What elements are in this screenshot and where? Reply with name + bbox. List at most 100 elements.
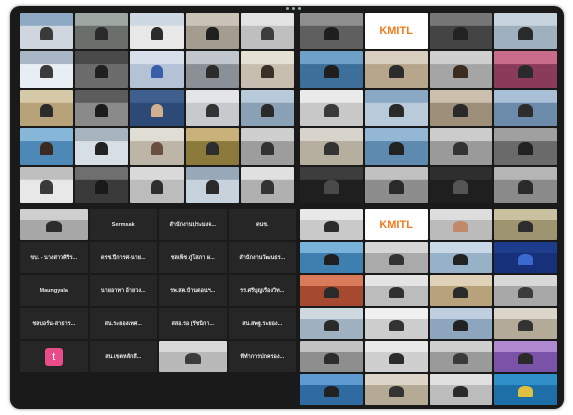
participant-video-feed	[323, 253, 339, 265]
window-handle-dots[interactable]	[286, 7, 301, 10]
participant-video-tile[interactable]	[20, 13, 74, 50]
participant-video-tile[interactable]	[240, 51, 294, 88]
participant-name: สน.สพฐ.ระยอง...	[242, 320, 283, 327]
participant-video-tile[interactable]	[75, 89, 129, 127]
gallery-panel-bottom-right: KMITL	[300, 209, 557, 405]
participant-video-tile[interactable]	[429, 51, 493, 88]
participant-video-tile[interactable]	[364, 242, 428, 273]
participant-name-tile[interactable]: ชลเพ็ช ภู่โสภา ผ...	[159, 242, 227, 273]
participant-video-tile[interactable]: KMITL	[364, 209, 428, 240]
participant-name-tile[interactable]: สำนักงานวัฒนธร...	[228, 242, 296, 273]
participant-video-tile[interactable]	[300, 166, 363, 203]
participant-video-tile[interactable]	[75, 13, 129, 50]
participant-video-feed	[261, 180, 274, 194]
participant-video-tile[interactable]	[185, 128, 239, 165]
participant-name-tile[interactable]: ขบ. - นางสาวศิริร...	[20, 242, 88, 273]
participant-video-tile[interactable]	[240, 166, 294, 203]
participant-video-tile[interactable]	[130, 51, 184, 88]
participant-name: รพ.สต.บ้านดอนฯ...	[170, 287, 216, 294]
participant-video-tile[interactable]	[300, 13, 363, 50]
participant-video-tile[interactable]	[364, 51, 428, 88]
participant-video-tile[interactable]	[429, 308, 493, 339]
participant-video-tile[interactable]	[429, 242, 493, 273]
participant-video-tile[interactable]	[364, 374, 428, 405]
participant-video-tile[interactable]	[364, 341, 428, 372]
participant-video-tile[interactable]	[494, 89, 557, 127]
participant-video-tile[interactable]	[364, 275, 428, 306]
participant-name-tile[interactable]: รพ.สต.บ้านดอนฯ...	[159, 275, 227, 306]
participant-video-tile[interactable]	[494, 374, 557, 405]
participant-video-tile[interactable]	[159, 341, 227, 372]
participant-video-tile[interactable]	[494, 275, 557, 306]
participant-video-feed	[453, 319, 469, 331]
participant-video-tile[interactable]	[429, 374, 493, 405]
participant-video-tile[interactable]	[364, 89, 428, 127]
participant-video-tile[interactable]	[130, 166, 184, 203]
participant-video-tile[interactable]	[185, 166, 239, 203]
participant-name-tile[interactable]: ที่ทำการปกครอง...	[228, 341, 296, 372]
participant-video-tile[interactable]	[20, 51, 74, 88]
participant-video-tile[interactable]	[364, 128, 428, 165]
participant-name-tile[interactable]: ดรช.ปีการศ-นาย...	[89, 242, 157, 273]
participant-name-tile[interactable]: สน.สพฐ.ระยอง...	[228, 308, 296, 339]
participant-video-tile[interactable]	[20, 166, 74, 203]
participant-video-feed	[518, 220, 534, 232]
participant-video-tile[interactable]	[20, 89, 74, 127]
participant-video-tile[interactable]	[429, 13, 493, 50]
participant-video-tile[interactable]	[185, 89, 239, 127]
participant-video-tile[interactable]	[130, 128, 184, 165]
participant-video-tile[interactable]	[429, 341, 493, 372]
participant-video-tile[interactable]	[494, 308, 557, 339]
participant-name-tile[interactable]: Sermsak	[89, 209, 157, 240]
participant-video-tile[interactable]	[494, 166, 557, 203]
participant-name-tile[interactable]: สน.ระยองเทศ...	[89, 308, 157, 339]
participant-name-tile[interactable]: สำนักงานประมงจ...	[159, 209, 227, 240]
participant-video-tile[interactable]	[429, 128, 493, 165]
participant-video-tile[interactable]	[429, 209, 493, 240]
participant-video-tile[interactable]	[300, 209, 363, 240]
participant-video-tile[interactable]	[185, 13, 239, 50]
participant-video-tile[interactable]	[429, 89, 493, 127]
participant-name-tile[interactable]: t	[20, 341, 88, 372]
participant-video-tile[interactable]	[429, 275, 493, 306]
participant-video-tile[interactable]	[300, 374, 363, 405]
participant-video-tile[interactable]	[130, 13, 184, 50]
participant-name-tile[interactable]: สน.เขตหลักสี่...	[89, 341, 157, 372]
participant-video-tile[interactable]	[494, 242, 557, 273]
participant-video-tile[interactable]	[185, 51, 239, 88]
participant-video-tile[interactable]	[300, 308, 363, 339]
participant-video-tile[interactable]	[20, 209, 88, 240]
participant-video-tile[interactable]	[75, 51, 129, 88]
participant-name-tile[interactable]: รร.ศรีบุญเรืองวิท...	[228, 275, 296, 306]
participant-video-tile[interactable]	[300, 89, 363, 127]
participant-video-tile[interactable]	[494, 128, 557, 165]
participant-video-tile[interactable]	[240, 89, 294, 127]
participant-video-tile[interactable]	[429, 166, 493, 203]
participant-name-tile[interactable]: Maungyala	[20, 275, 88, 306]
participant-name-tile[interactable]: นายอาทา อ้ายวง...	[89, 275, 157, 306]
participant-video-tile[interactable]	[300, 341, 363, 372]
participant-name-tile[interactable]: สสอ.รอ (รัชนิกา...	[159, 308, 227, 339]
participant-video-feed	[40, 65, 53, 79]
participant-video-feed	[205, 65, 219, 79]
participant-video-tile[interactable]	[364, 308, 428, 339]
participant-video-feed	[323, 180, 339, 194]
participant-video-tile[interactable]	[240, 128, 294, 165]
participant-video-tile[interactable]	[300, 51, 363, 88]
participant-name-tile[interactable]: ดนช.	[228, 209, 296, 240]
participant-video-tile[interactable]	[494, 51, 557, 88]
participant-video-tile[interactable]	[300, 242, 363, 273]
participant-video-tile[interactable]	[300, 275, 363, 306]
participant-video-tile[interactable]	[240, 13, 294, 50]
participant-video-tile[interactable]	[75, 128, 129, 165]
participant-video-tile[interactable]	[494, 341, 557, 372]
participant-video-tile[interactable]	[130, 89, 184, 127]
participant-video-tile[interactable]	[494, 209, 557, 240]
participant-video-tile[interactable]	[364, 166, 428, 203]
participant-name-tile[interactable]: ชลบอร์น-สาธาร...	[20, 308, 88, 339]
participant-video-tile[interactable]	[20, 128, 74, 165]
participant-video-tile[interactable]: KMITL	[364, 13, 428, 50]
participant-video-tile[interactable]	[494, 13, 557, 50]
participant-video-tile[interactable]	[300, 128, 363, 165]
participant-video-tile[interactable]	[75, 166, 129, 203]
